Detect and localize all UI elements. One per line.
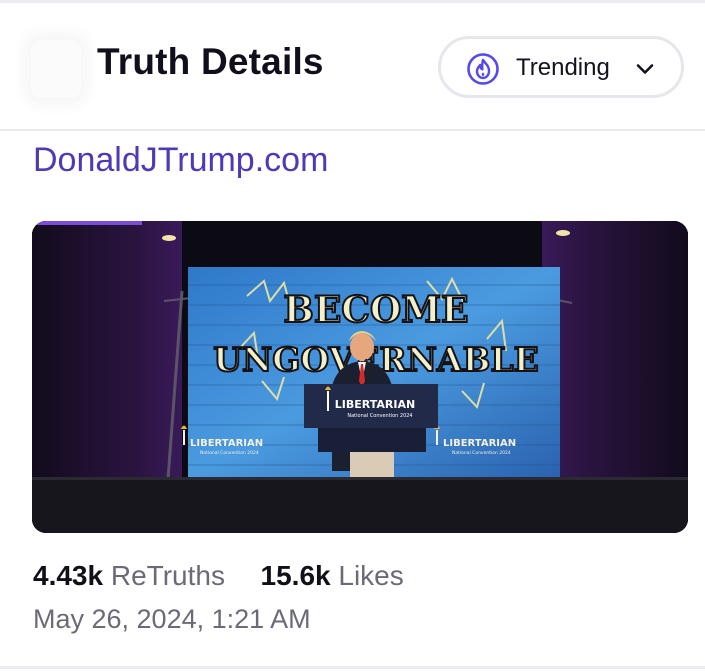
chevron-down-icon: [636, 64, 654, 74]
retruths-label[interactable]: ReTruths: [111, 560, 225, 591]
post-stats: 4.43k ReTruths 15.6k Likes: [33, 560, 404, 592]
likes-count[interactable]: 15.6k: [261, 560, 331, 591]
header-divider: [0, 129, 705, 131]
truth-details-page: Truth Details Trending DonaldJTrump.com: [0, 0, 705, 671]
feed-filter-label: Trending: [516, 54, 610, 81]
post-timestamp: May 26, 2024, 1:21 AM: [33, 604, 311, 634]
back-button[interactable]: [30, 37, 82, 101]
svg-text:LIBERTARIAN: LIBERTARIAN: [190, 438, 263, 449]
svg-text:National Convention 2024: National Convention 2024: [200, 450, 259, 456]
svg-text:LIBERTARIAN: LIBERTARIAN: [335, 398, 415, 411]
rally-photo: BECOME UNGOVERNABLE LIBERTARIAN National…: [32, 221, 688, 533]
page-header: Truth Details Trending: [0, 3, 705, 130]
post-link[interactable]: DonaldJTrump.com: [33, 141, 328, 180]
likes-label[interactable]: Likes: [338, 560, 403, 591]
back-icon: [31, 40, 81, 98]
svg-text:LIBERTARIAN: LIBERTARIAN: [443, 438, 516, 449]
page-title: Truth Details: [97, 41, 324, 82]
svg-text:National Convention 2024: National Convention 2024: [347, 413, 412, 419]
flame-icon: [467, 53, 499, 85]
screen-text-line1: BECOME: [283, 289, 468, 331]
svg-text:National Convention 2024: National Convention 2024: [452, 450, 511, 456]
retruths-count[interactable]: 4.43k: [33, 560, 103, 591]
post-image[interactable]: BECOME UNGOVERNABLE LIBERTARIAN National…: [32, 221, 688, 533]
feed-filter-dropdown[interactable]: Trending: [438, 36, 684, 98]
bottom-divider: [0, 666, 705, 669]
